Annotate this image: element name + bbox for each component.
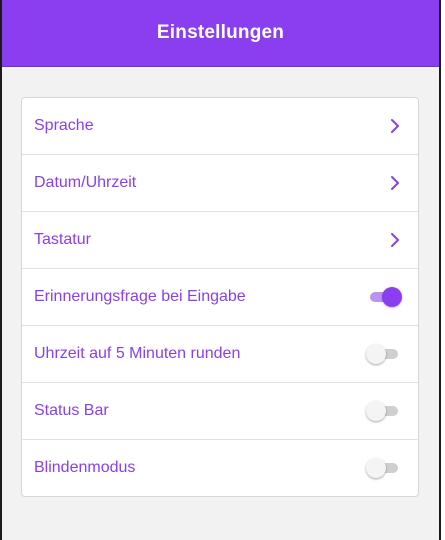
settings-item-label: Status Bar <box>34 402 109 419</box>
status-bar-toggle[interactable] <box>366 401 398 421</box>
chevron-right-icon <box>391 176 399 190</box>
app-screen: Einstellungen Sprache Datum/Uhrzeit Tast… <box>0 0 441 540</box>
toggle-knob <box>382 287 402 307</box>
blindenmodus-toggle[interactable] <box>366 458 398 478</box>
app-header: Einstellungen <box>2 0 439 67</box>
settings-item-tastatur[interactable]: Tastatur <box>22 211 418 268</box>
chevron-right-icon <box>391 233 399 247</box>
settings-item-label: Datum/Uhrzeit <box>34 174 137 191</box>
settings-item-label: Uhrzeit auf 5 Minuten runden <box>34 345 241 362</box>
toggle-knob <box>366 458 386 478</box>
settings-item-label: Tastatur <box>34 231 91 248</box>
settings-item-blindenmodus: Blindenmodus <box>22 439 418 496</box>
toggle-knob <box>366 401 386 421</box>
settings-list: Sprache Datum/Uhrzeit Tastatur Erinnerun… <box>21 97 419 497</box>
erinnerungsfrage-toggle[interactable] <box>370 287 402 307</box>
toggle-knob <box>366 344 386 364</box>
settings-item-erinnerungsfrage: Erinnerungsfrage bei Eingabe <box>22 268 418 325</box>
settings-item-uhrzeit-runden: Uhrzeit auf 5 Minuten runden <box>22 325 418 382</box>
page-title: Einstellungen <box>156 22 285 43</box>
chevron-right-icon <box>391 119 399 133</box>
settings-item-datum-uhrzeit[interactable]: Datum/Uhrzeit <box>22 154 418 211</box>
settings-item-status-bar: Status Bar <box>22 382 418 439</box>
settings-item-sprache[interactable]: Sprache <box>22 98 418 154</box>
settings-item-label: Erinnerungsfrage bei Eingabe <box>34 288 246 305</box>
settings-item-label: Sprache <box>34 117 94 134</box>
settings-item-label: Blindenmodus <box>34 459 136 476</box>
uhrzeit-runden-toggle[interactable] <box>366 344 398 364</box>
